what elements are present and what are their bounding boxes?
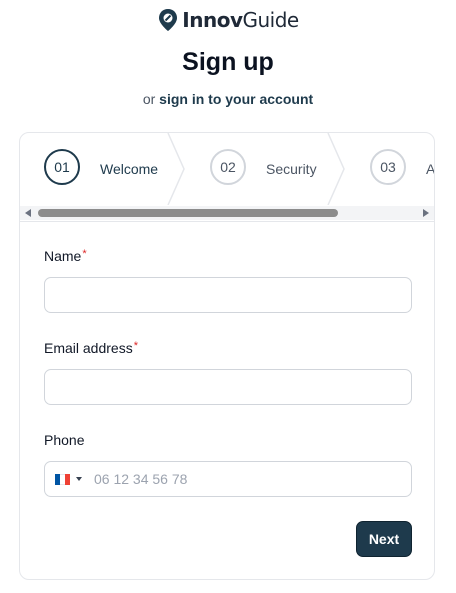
name-input[interactable]	[45, 278, 411, 312]
france-flag-icon	[55, 473, 70, 485]
step-label: Welcome	[100, 161, 159, 177]
step-separator-icon	[167, 133, 185, 205]
email-label-text: Email address	[44, 340, 133, 356]
step-label: A	[426, 161, 434, 177]
subtitle: or sign in to your account	[0, 91, 456, 107]
name-label: Name*	[44, 248, 87, 264]
step-separator-icon	[327, 133, 345, 205]
stepper: 01 Welcome 02 Security 03 A	[20, 133, 434, 205]
name-field[interactable]	[44, 277, 412, 313]
country-select[interactable]	[45, 462, 82, 496]
step-number: 03	[370, 149, 406, 185]
email-label: Email address*	[44, 340, 138, 356]
step-number: 01	[44, 149, 80, 185]
next-button[interactable]: Next	[356, 521, 412, 557]
signin-link[interactable]: sign in to your account	[159, 91, 313, 107]
name-label-text: Name	[44, 248, 82, 264]
stepper-scrollbar[interactable]	[20, 206, 434, 220]
map-pin-logo-icon	[159, 9, 178, 31]
step-third[interactable]: 03 A	[350, 133, 434, 205]
required-marker: *	[82, 248, 87, 260]
phone-field[interactable]	[44, 461, 412, 497]
signup-card: 01 Welcome 02 Security 03 A Name* Email …	[19, 132, 435, 580]
subtitle-prefix: or	[142, 91, 156, 107]
divider	[20, 221, 434, 222]
brand-name-regular: Guide	[242, 8, 299, 32]
email-field[interactable]	[44, 369, 412, 405]
scroll-left-icon[interactable]	[25, 209, 31, 217]
phone-label: Phone	[44, 432, 85, 448]
email-input[interactable]	[45, 370, 411, 404]
brand-name-bold: Innov	[182, 8, 243, 32]
required-marker: *	[133, 340, 138, 352]
scroll-right-icon[interactable]	[423, 209, 429, 217]
phone-input[interactable]	[82, 462, 411, 496]
page-title: Sign up	[182, 48, 274, 76]
step-welcome[interactable]: 01 Welcome	[20, 133, 190, 205]
step-number: 02	[210, 149, 246, 185]
brand-logo: InnovGuide	[0, 8, 456, 32]
brand-name: InnovGuide	[182, 8, 299, 32]
scroll-thumb[interactable]	[38, 209, 338, 217]
step-label: Security	[266, 161, 317, 177]
